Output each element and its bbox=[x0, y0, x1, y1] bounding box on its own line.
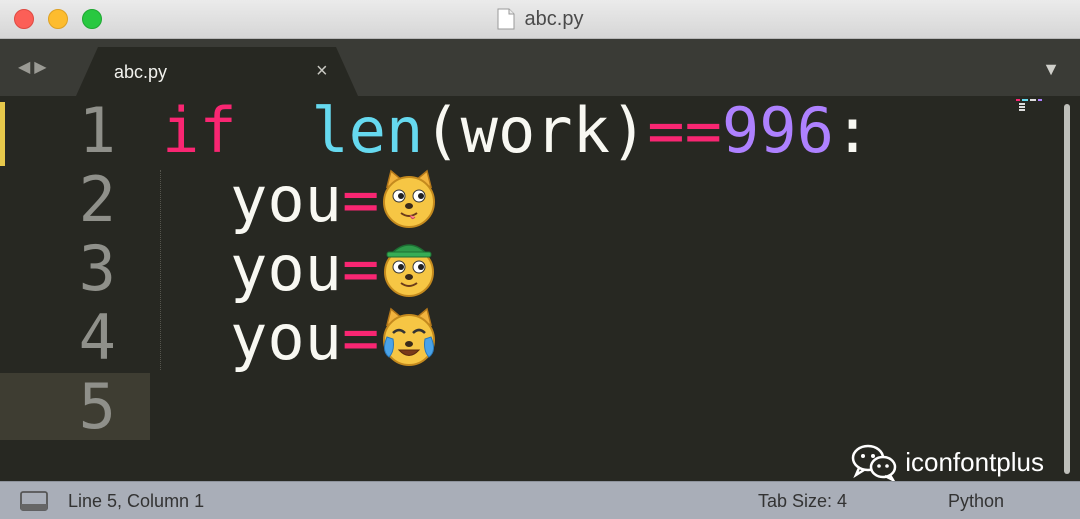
watermark: iconfontplus bbox=[851, 443, 1044, 481]
operator-assign: = bbox=[341, 301, 380, 374]
paren-open: ( bbox=[423, 94, 461, 167]
line-number: 3 bbox=[78, 232, 116, 305]
tab-bar: ◀▶ abc.py × ▼ bbox=[0, 39, 1080, 96]
wechat-icon bbox=[851, 444, 897, 481]
document-icon bbox=[497, 8, 515, 30]
vertical-scrollbar[interactable] bbox=[1064, 104, 1070, 474]
crying-laughing-doge-icon bbox=[383, 307, 436, 366]
code-editor[interactable]: 1 2 3 4 5 if len(work)==996: you= you= y… bbox=[0, 96, 1080, 481]
doge-face-icon bbox=[383, 169, 436, 228]
line-number: 5 bbox=[78, 370, 116, 443]
colon: : bbox=[833, 94, 872, 167]
tab-label: abc.py bbox=[114, 62, 168, 82]
keyword-if: if bbox=[162, 94, 237, 167]
number-literal: 996 bbox=[721, 94, 834, 167]
identifier-work: work bbox=[460, 94, 610, 167]
identifier-you: you bbox=[230, 301, 342, 374]
cursor-position: Line 5, Column 1 bbox=[68, 491, 205, 511]
code-line-2: you= bbox=[162, 165, 439, 235]
status-bar: Line 5, Column 1 Tab Size: 4 Python bbox=[0, 481, 1080, 519]
identifier-you: you bbox=[230, 232, 342, 305]
editor-window: abc.py ◀▶ abc.py × ▼ 1 2 3 4 5 if len(wo… bbox=[0, 0, 1080, 519]
tab-navigation-arrows[interactable]: ◀▶ bbox=[18, 57, 51, 77]
doge-green-hat-icon bbox=[384, 244, 435, 297]
panel-toggle-icon[interactable] bbox=[20, 491, 48, 511]
code-line-4: you= bbox=[162, 303, 439, 373]
operator-assign: = bbox=[341, 232, 380, 305]
line-number: 2 bbox=[78, 163, 116, 236]
tab-close-icon[interactable]: × bbox=[316, 60, 328, 83]
tab-list-dropdown-icon[interactable]: ▼ bbox=[1042, 59, 1060, 80]
indent-guide bbox=[160, 170, 161, 370]
watermark-text: iconfontplus bbox=[905, 446, 1044, 477]
line-number: 4 bbox=[78, 301, 116, 374]
tab-abc-py[interactable]: abc.py × bbox=[76, 47, 358, 96]
window-title: abc.py bbox=[524, 7, 584, 30]
builtin-len: len bbox=[311, 94, 424, 167]
tab-size-selector[interactable]: Tab Size: 4 bbox=[758, 491, 847, 512]
paren-close: ) bbox=[609, 94, 648, 167]
line-number: 1 bbox=[78, 94, 116, 167]
code-line-3: you= bbox=[162, 234, 439, 304]
syntax-selector[interactable]: Python bbox=[948, 491, 1004, 512]
minimap[interactable] bbox=[1016, 98, 1052, 112]
operator-equals: == bbox=[647, 94, 722, 167]
operator-assign: = bbox=[341, 163, 380, 236]
code-line-1: if len(work)==996: bbox=[162, 96, 871, 166]
title-bar: abc.py bbox=[0, 0, 1080, 39]
identifier-you: you bbox=[230, 163, 342, 236]
